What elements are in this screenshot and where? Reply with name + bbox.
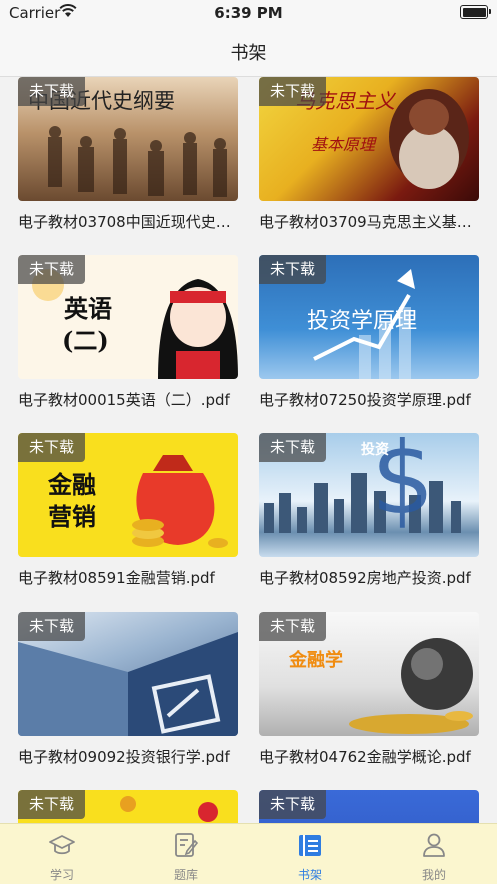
bookshelf-icon: [299, 835, 321, 856]
clock: 6:39 PM: [214, 4, 283, 22]
tab-profile[interactable]: 我的: [372, 824, 496, 884]
download-status-badge: 未下载: [18, 77, 85, 106]
tab-label: 我的: [421, 868, 446, 882]
download-status-badge: 未下载: [259, 790, 326, 819]
cover-title: 英语: [64, 294, 112, 323]
book-cover[interactable]: 未下载: [18, 612, 238, 736]
navigation-bar: 书架: [0, 26, 497, 77]
tab-study[interactable]: 学习: [0, 824, 124, 884]
book-cover[interactable]: 投资学原理 未下载: [259, 255, 479, 379]
book-title: 电子教材08592房地产投资.pdf: [259, 569, 471, 587]
battery-icon: [460, 5, 491, 19]
download-status-badge: 未下载: [259, 255, 326, 284]
book-title: 电子教材04762金融学概论.pdf: [259, 748, 471, 766]
book-cover[interactable]: 马克思主义 基本原理 未下载: [259, 77, 479, 201]
graduation-cap-icon: [49, 835, 75, 855]
book-title: 电子教材03708中国近现代史纲要.pdf: [18, 213, 238, 231]
tab-question-bank[interactable]: 题库: [124, 824, 248, 884]
user-icon: [423, 833, 445, 857]
cover-title: 投资学原理: [307, 309, 418, 334]
download-status-badge: 未下载: [18, 255, 85, 284]
cover-subtitle: (二): [62, 326, 109, 355]
book-cover[interactable]: 未下载: [18, 790, 238, 823]
tab-label: 题库: [173, 868, 198, 882]
tab-bookshelf[interactable]: 书架: [248, 824, 372, 884]
tab-label: 学习: [49, 868, 74, 882]
download-status-badge: 未下载: [259, 433, 326, 462]
download-status-badge: 未下载: [18, 433, 85, 462]
cover-title: 金融: [48, 470, 96, 499]
book-cover[interactable]: 未下载: [259, 790, 479, 823]
download-status-badge: 未下载: [259, 77, 326, 106]
edit-note-icon: [175, 833, 199, 857]
book-title: 电子教材07250投资学原理.pdf: [259, 391, 471, 409]
book-cover[interactable]: $ 投资 未下载: [259, 433, 479, 557]
book-title: 电子教材03709马克思主义基本原理.pdf: [259, 213, 479, 231]
status-bar: Carrier 6:39 PM: [0, 0, 497, 26]
tab-bar: 学习 题库 书架 我的: [0, 823, 497, 884]
download-status-badge: 未下载: [259, 612, 326, 641]
book-title: 电子教材08591金融营销.pdf: [18, 569, 215, 587]
book-cover[interactable]: 金融 营销 未下载: [18, 433, 238, 557]
download-status-badge: 未下载: [18, 612, 85, 641]
download-status-badge: 未下载: [18, 790, 85, 819]
cover-subtitle: 基本原理: [311, 135, 376, 154]
book-title: 电子教材09092投资银行学.pdf: [18, 748, 230, 766]
book-cover[interactable]: 中国近代史纲要 未下载: [18, 77, 238, 201]
book-cover[interactable]: 金融学 未下载: [259, 612, 479, 736]
book-cover[interactable]: 英语 (二) 未下载: [18, 255, 238, 379]
cover-title: 金融学: [289, 650, 343, 671]
cover-subtitle: 营销: [48, 502, 96, 531]
tab-label: 书架: [297, 868, 322, 882]
cover-title: 投资: [361, 442, 389, 458]
book-title: 电子教材00015英语（二）.pdf: [18, 391, 230, 409]
page-title: 书架: [230, 43, 267, 64]
bookshelf-grid[interactable]: 中国近代史纲要 未下载 电子教材03708中国近现代史纲要.pdf 马克思主义 …: [0, 77, 497, 823]
